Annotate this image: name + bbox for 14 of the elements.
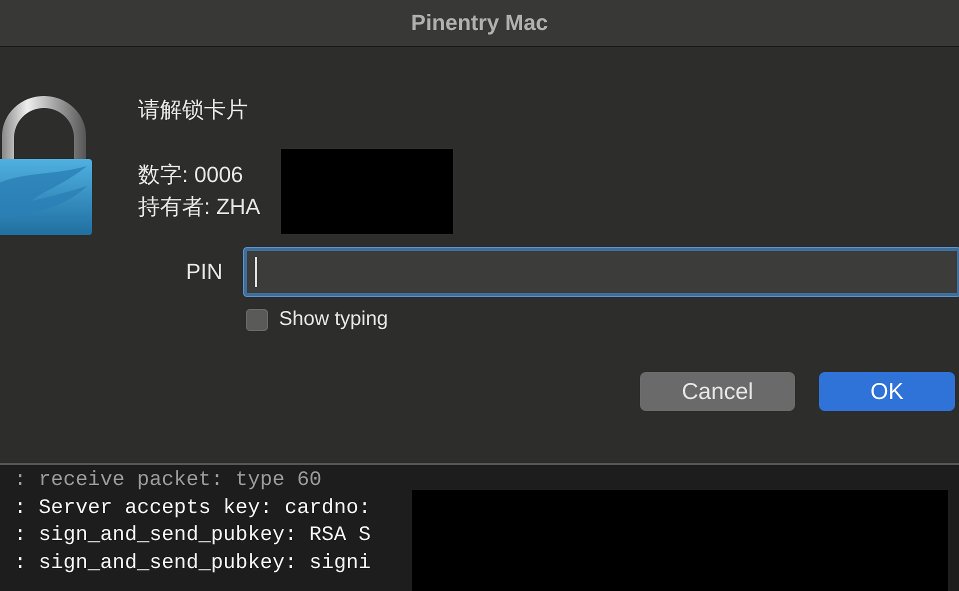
terminal-line: : sign_and_send_pubkey: signi [13,550,372,576]
checkbox-label: Show typing [279,308,388,331]
field-label: PIN [186,259,224,285]
detail-text: 数字: 0006 [138,161,244,189]
terminal-line: : sign_and_send_pubkey: RSA S [13,523,372,549]
terminal-line: : receive packet: type 60 [13,468,323,494]
ok-button[interactable]: OK [819,372,955,411]
detail-text: 持有者: ZHA [138,193,262,221]
window-title: Pinentry Mac [411,10,548,36]
checkbox[interactable] [246,308,268,330]
terminal-line: : Server accepts key: cardno: [13,496,372,522]
dialog-heading: 请解锁卡片 [138,96,249,124]
cancel-button[interactable]: Cancel [640,372,795,411]
pin-field[interactable] [244,248,959,296]
